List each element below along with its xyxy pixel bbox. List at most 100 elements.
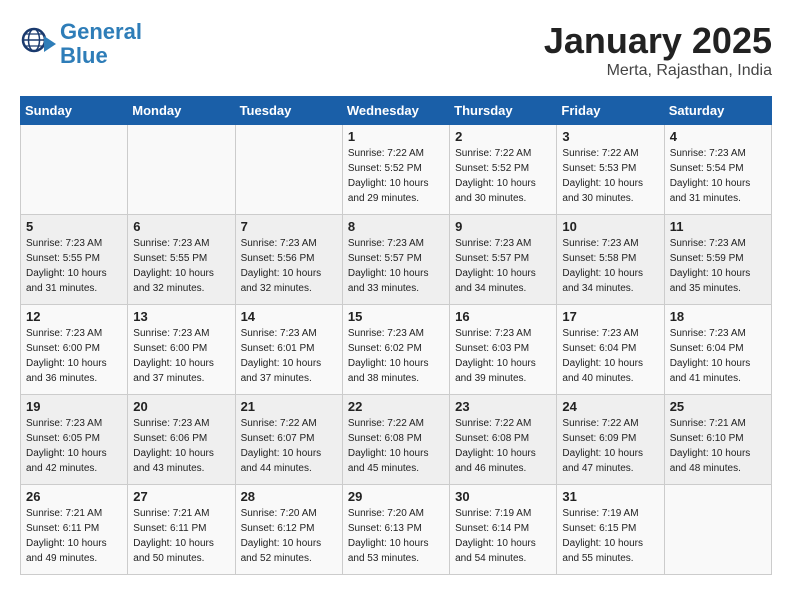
- day-number: 5: [26, 219, 122, 234]
- calendar-cell: 6Sunrise: 7:23 AM Sunset: 5:55 PM Daylig…: [128, 215, 235, 305]
- day-info: Sunrise: 7:23 AM Sunset: 6:03 PM Dayligh…: [455, 326, 551, 386]
- day-info: Sunrise: 7:21 AM Sunset: 6:11 PM Dayligh…: [26, 506, 122, 566]
- calendar-day-header: Wednesday: [342, 97, 449, 125]
- logo: General Blue: [20, 20, 142, 68]
- day-number: 25: [670, 399, 766, 414]
- day-info: Sunrise: 7:23 AM Sunset: 6:00 PM Dayligh…: [133, 326, 229, 386]
- day-info: Sunrise: 7:22 AM Sunset: 6:08 PM Dayligh…: [348, 416, 444, 476]
- day-number: 23: [455, 399, 551, 414]
- day-number: 11: [670, 219, 766, 234]
- calendar-cell: 31 Sunrise: 7:19 AM Sunset: 6:15 PM Dayli…: [557, 485, 664, 575]
- day-number: 31: [562, 489, 658, 504]
- day-info: Sunrise: 7:23 AM Sunset: 6:04 PM Dayligh…: [670, 326, 766, 386]
- calendar-cell: 28Sunrise: 7:20 AM Sunset: 6:12 PM Dayli…: [235, 485, 342, 575]
- page-header: General Blue January 2025 Merta, Rajasth…: [20, 20, 772, 80]
- calendar-cell: 27 Sunrise: 7:21 AM Sunset: 6:11 PM Dayli…: [128, 485, 235, 575]
- calendar-day-header: Monday: [128, 97, 235, 125]
- calendar-cell: 14 Sunrise: 7:23 AM Sunset: 6:01 PM Dayli…: [235, 305, 342, 395]
- calendar-table: SundayMondayTuesdayWednesdayThursdayFrid…: [20, 96, 772, 575]
- calendar-cell: 16 Sunrise: 7:23 AM Sunset: 6:03 PM Dayli…: [450, 305, 557, 395]
- calendar-day-header: Tuesday: [235, 97, 342, 125]
- day-number: 20: [133, 399, 229, 414]
- calendar-cell: 30 Sunrise: 7:19 AM Sunset: 6:14 PM Dayli…: [450, 485, 557, 575]
- day-number: 19: [26, 399, 122, 414]
- day-number: 10: [562, 219, 658, 234]
- calendar-cell: 8 Sunrise: 7:23 AM Sunset: 5:57 PM Daylig…: [342, 215, 449, 305]
- day-number: 24: [562, 399, 658, 414]
- day-number: 27: [133, 489, 229, 504]
- day-number: 12: [26, 309, 122, 324]
- title-block: January 2025 Merta, Rajasthan, India: [544, 20, 772, 80]
- day-info: Sunrise: 7:23 AM Sunset: 5:58 PM Dayligh…: [562, 236, 658, 296]
- day-number: 22: [348, 399, 444, 414]
- day-info: Sunrise: 7:19 AM Sunset: 6:14 PM Dayligh…: [455, 506, 551, 566]
- month-title: January 2025: [544, 20, 772, 62]
- calendar-cell: 11 Sunrise: 7:23 AM Sunset: 5:59 PM Dayli…: [664, 215, 771, 305]
- calendar-day-header: Friday: [557, 97, 664, 125]
- calendar-cell: 24Sunrise: 7:22 AM Sunset: 6:09 PM Dayli…: [557, 395, 664, 485]
- calendar-cell: 19 Sunrise: 7:23 AM Sunset: 6:05 PM Dayli…: [21, 395, 128, 485]
- day-info: Sunrise: 7:23 AM Sunset: 5:56 PM Dayligh…: [241, 236, 337, 296]
- calendar-day-header: Saturday: [664, 97, 771, 125]
- day-info: Sunrise: 7:20 AM Sunset: 6:13 PM Dayligh…: [348, 506, 444, 566]
- calendar-cell: [128, 125, 235, 215]
- day-info: Sunrise: 7:22 AM Sunset: 6:08 PM Dayligh…: [455, 416, 551, 476]
- calendar-cell: 4 Sunrise: 7:23 AM Sunset: 5:54 PM Daylig…: [664, 125, 771, 215]
- calendar-cell: 17 Sunrise: 7:23 AM Sunset: 6:04 PM Dayli…: [557, 305, 664, 395]
- day-info: Sunrise: 7:23 AM Sunset: 5:55 PM Dayligh…: [26, 236, 122, 296]
- calendar-week-row: 26 Sunrise: 7:21 AM Sunset: 6:11 PM Dayli…: [21, 485, 772, 575]
- day-info: Sunrise: 7:22 AM Sunset: 5:52 PM Dayligh…: [455, 146, 551, 206]
- day-number: 17: [562, 309, 658, 324]
- day-number: 18: [670, 309, 766, 324]
- day-info: Sunrise: 7:23 AM Sunset: 6:00 PM Dayligh…: [26, 326, 122, 386]
- day-info: Sunrise: 7:22 AM Sunset: 6:07 PM Dayligh…: [241, 416, 337, 476]
- day-info: Sunrise: 7:23 AM Sunset: 6:05 PM Dayligh…: [26, 416, 122, 476]
- day-info: Sunrise: 7:23 AM Sunset: 5:57 PM Dayligh…: [455, 236, 551, 296]
- calendar-week-row: 1 Sunrise: 7:22 AM Sunset: 5:52 PM Daylig…: [21, 125, 772, 215]
- day-info: Sunrise: 7:23 AM Sunset: 6:04 PM Dayligh…: [562, 326, 658, 386]
- calendar-cell: 1Sunrise: 7:22 AM Sunset: 5:52 PM Daylig…: [342, 125, 449, 215]
- day-info: Sunrise: 7:20 AM Sunset: 6:12 PM Dayligh…: [241, 506, 337, 566]
- day-number: 21: [241, 399, 337, 414]
- day-info: Sunrise: 7:21 AM Sunset: 6:10 PM Dayligh…: [670, 416, 766, 476]
- calendar-cell: 7Sunrise: 7:23 AM Sunset: 5:56 PM Daylig…: [235, 215, 342, 305]
- calendar-cell: [21, 125, 128, 215]
- day-info: Sunrise: 7:23 AM Sunset: 5:59 PM Dayligh…: [670, 236, 766, 296]
- calendar-cell: 29 Sunrise: 7:20 AM Sunset: 6:13 PM Dayli…: [342, 485, 449, 575]
- day-number: 8: [348, 219, 444, 234]
- day-number: 3: [562, 129, 658, 144]
- calendar-cell: 23 Sunrise: 7:22 AM Sunset: 6:08 PM Dayli…: [450, 395, 557, 485]
- calendar-week-row: 5 Sunrise: 7:23 AM Sunset: 5:55 PM Daylig…: [21, 215, 772, 305]
- day-info: Sunrise: 7:23 AM Sunset: 5:57 PM Dayligh…: [348, 236, 444, 296]
- calendar-cell: 9 Sunrise: 7:23 AM Sunset: 5:57 PM Daylig…: [450, 215, 557, 305]
- day-info: Sunrise: 7:23 AM Sunset: 6:02 PM Dayligh…: [348, 326, 444, 386]
- day-number: 1: [348, 129, 444, 144]
- day-info: Sunrise: 7:22 AM Sunset: 5:53 PM Dayligh…: [562, 146, 658, 206]
- day-info: Sunrise: 7:23 AM Sunset: 6:06 PM Dayligh…: [133, 416, 229, 476]
- day-number: 30: [455, 489, 551, 504]
- day-number: 29: [348, 489, 444, 504]
- calendar-cell: 20 Sunrise: 7:23 AM Sunset: 6:06 PM Dayli…: [128, 395, 235, 485]
- calendar-cell: [664, 485, 771, 575]
- calendar-day-header: Sunday: [21, 97, 128, 125]
- calendar-week-row: 12 Sunrise: 7:23 AM Sunset: 6:00 PM Dayli…: [21, 305, 772, 395]
- day-number: 9: [455, 219, 551, 234]
- day-info: Sunrise: 7:21 AM Sunset: 6:11 PM Dayligh…: [133, 506, 229, 566]
- calendar-cell: 12 Sunrise: 7:23 AM Sunset: 6:00 PM Dayli…: [21, 305, 128, 395]
- location: Merta, Rajasthan, India: [544, 62, 772, 80]
- calendar-header-row: SundayMondayTuesdayWednesdayThursdayFrid…: [21, 97, 772, 125]
- calendar-cell: 18 Sunrise: 7:23 AM Sunset: 6:04 PM Dayli…: [664, 305, 771, 395]
- day-number: 13: [133, 309, 229, 324]
- calendar-cell: 25 Sunrise: 7:21 AM Sunset: 6:10 PM Dayli…: [664, 395, 771, 485]
- calendar-week-row: 19 Sunrise: 7:23 AM Sunset: 6:05 PM Dayli…: [21, 395, 772, 485]
- day-info: Sunrise: 7:23 AM Sunset: 5:54 PM Dayligh…: [670, 146, 766, 206]
- day-number: 16: [455, 309, 551, 324]
- day-number: 26: [26, 489, 122, 504]
- day-number: 4: [670, 129, 766, 144]
- day-number: 14: [241, 309, 337, 324]
- calendar-day-header: Thursday: [450, 97, 557, 125]
- day-info: Sunrise: 7:23 AM Sunset: 6:01 PM Dayligh…: [241, 326, 337, 386]
- calendar-cell: 15Sunrise: 7:23 AM Sunset: 6:02 PM Dayli…: [342, 305, 449, 395]
- day-info: Sunrise: 7:19 AM Sunset: 6:15 PM Dayligh…: [562, 506, 658, 566]
- calendar-cell: 21 Sunrise: 7:22 AM Sunset: 6:07 PM Dayli…: [235, 395, 342, 485]
